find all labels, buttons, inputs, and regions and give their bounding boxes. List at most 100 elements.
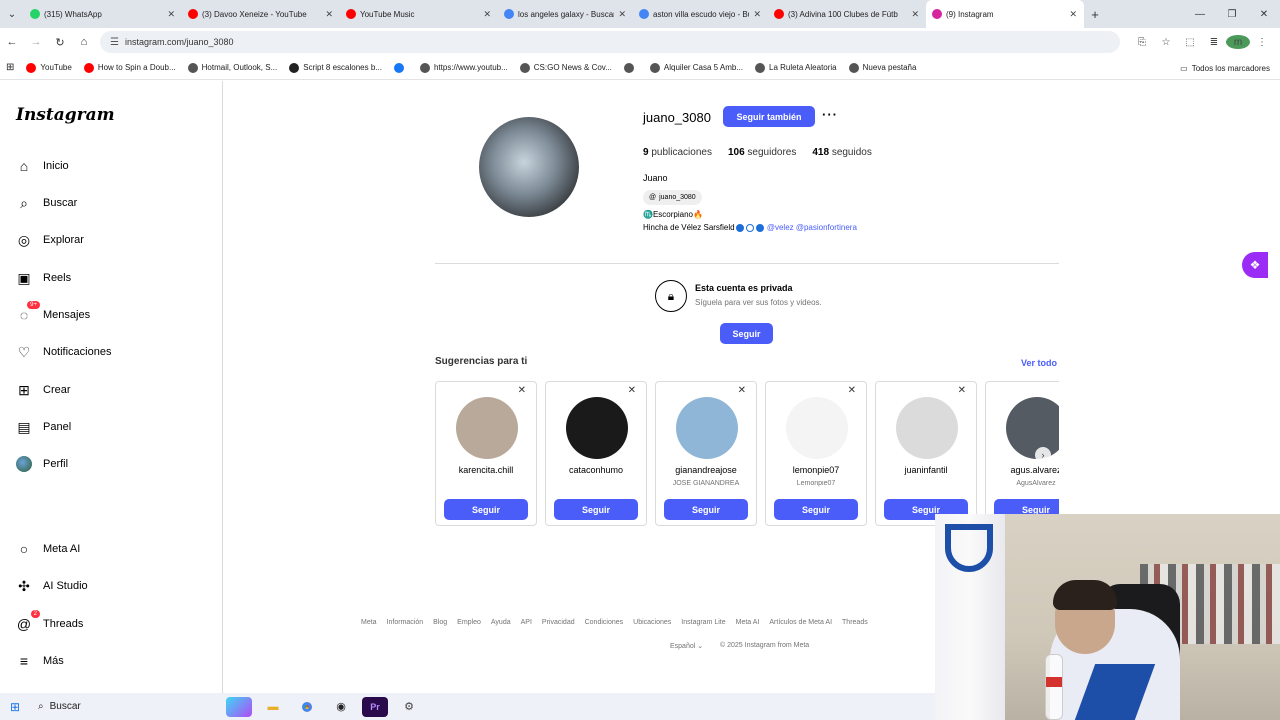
nav-item-ai-studio[interactable]: ✣ AI Studio: [16, 578, 88, 594]
suggestion-avatar[interactable]: [1006, 397, 1059, 459]
nav-item-meta-ai[interactable]: ○ Meta AI: [16, 541, 81, 557]
tab-close-icon[interactable]: ✕: [1069, 9, 1077, 20]
profile-picture[interactable]: [479, 117, 579, 217]
follow-button[interactable]: Seguir: [720, 323, 773, 344]
footer-link[interactable]: Meta AI: [736, 619, 760, 626]
apps-grid-icon[interactable]: ⊞: [0, 62, 20, 73]
footer-link[interactable]: Blog: [433, 619, 447, 626]
restore-icon[interactable]: ❐: [1216, 9, 1248, 20]
dismiss-icon[interactable]: ✕: [958, 385, 966, 396]
suggestion-avatar[interactable]: [896, 397, 958, 459]
tab-close-icon[interactable]: ✕: [911, 9, 919, 20]
footer-link[interactable]: Privacidad: [542, 619, 575, 626]
forward-icon[interactable]: →: [24, 36, 48, 48]
site-info-icon[interactable]: ☰: [110, 37, 119, 48]
see-all-link[interactable]: Ver todo: [1021, 358, 1057, 368]
new-tab-button[interactable]: +: [1084, 7, 1106, 22]
suggestion-follow-button[interactable]: Seguir: [444, 499, 528, 520]
tab-close-icon[interactable]: ✕: [325, 9, 333, 20]
browser-tab[interactable]: YouTube Music ✕: [340, 0, 498, 28]
bookmark-item[interactable]: YouTube: [20, 62, 77, 73]
footer-link[interactable]: Empleo: [457, 619, 481, 626]
browser-tab[interactable]: (315) WhatsApp ✕: [24, 0, 182, 28]
nav-item-threads[interactable]: @2 Threads: [16, 610, 83, 632]
followers-count[interactable]: 106 seguidores: [728, 147, 796, 158]
footer-link[interactable]: Condiciones: [585, 619, 624, 626]
nav-item-buscar[interactable]: ⌕ Buscar: [16, 195, 77, 211]
dismiss-icon[interactable]: ✕: [518, 385, 526, 396]
dismiss-icon[interactable]: ✕: [738, 385, 746, 396]
bookmark-item[interactable]: https://www.youtub...: [414, 62, 514, 73]
reload-icon[interactable]: ↻: [48, 36, 72, 49]
nav-item-más[interactable]: ≡ Más: [16, 653, 64, 669]
bookmark-item[interactable]: Hotmail, Outlook, S...: [182, 62, 284, 73]
suggestion-username[interactable]: lemonpie07: [766, 465, 866, 475]
browser-profile-avatar[interactable]: m: [1226, 35, 1250, 49]
browser-menu-icon[interactable]: ⋮: [1250, 37, 1274, 48]
threads-badge[interactable]: @ juano_3080: [643, 190, 702, 205]
suggestion-avatar[interactable]: [456, 397, 518, 459]
nav-item-panel[interactable]: ▤ Panel: [16, 419, 71, 435]
browser-tab[interactable]: (3) Adivina 100 Clubes de Fútb ✕: [768, 0, 926, 28]
file-explorer-icon[interactable]: ▬: [260, 697, 286, 717]
suggestion-avatar[interactable]: [676, 397, 738, 459]
more-options-icon[interactable]: ···: [822, 107, 838, 122]
nav-item-perfil[interactable]: Perfil: [16, 456, 68, 472]
settings-gear-icon[interactable]: ⚙: [396, 697, 422, 717]
tab-close-icon[interactable]: ✕: [167, 9, 175, 20]
browser-tab[interactable]: (9) Instagram ✕: [926, 0, 1084, 28]
footer-link[interactable]: Ayuda: [491, 619, 511, 626]
footer-link[interactable]: Artículos de Meta AI: [769, 619, 832, 626]
bookmark-item[interactable]: [618, 62, 644, 73]
follow-also-button[interactable]: Seguir también: [723, 106, 815, 127]
suggestion-username[interactable]: karencita.chill: [436, 465, 536, 475]
bookmark-item[interactable]: Script 8 escalones b...: [283, 62, 388, 73]
tab-close-icon[interactable]: ✕: [753, 9, 761, 20]
nav-item-explorar[interactable]: ◎ Explorar: [16, 232, 84, 248]
install-app-icon[interactable]: ⎘: [1130, 37, 1154, 48]
extensions-icon[interactable]: ⬚: [1178, 37, 1202, 48]
language-selector[interactable]: Español ⌄: [670, 642, 703, 650]
footer-link[interactable]: Instagram Lite: [681, 619, 725, 626]
suggestion-username[interactable]: juaninfantil: [876, 465, 976, 475]
footer-link[interactable]: Meta: [361, 619, 377, 626]
carousel-next-icon[interactable]: ›: [1035, 447, 1051, 463]
nav-item-reels[interactable]: ▣ Reels: [16, 270, 71, 286]
bio-mentions[interactable]: @velez @pasionfortinera: [767, 223, 857, 232]
close-window-icon[interactable]: ✕: [1248, 9, 1280, 20]
tab-search-icon[interactable]: ⌄: [0, 0, 24, 28]
suggestion-username[interactable]: cataconhumo: [546, 465, 646, 475]
home-button-icon[interactable]: ⌂: [72, 36, 96, 48]
nav-item-crear[interactable]: ⊞ Crear: [16, 382, 70, 398]
suggestion-username[interactable]: agus.alvarez: [986, 465, 1059, 475]
extension-floating-icon[interactable]: ❖: [1242, 252, 1268, 278]
bookmark-item[interactable]: Alquiler Casa 5 Amb...: [644, 62, 749, 73]
suggestion-avatar[interactable]: [786, 397, 848, 459]
footer-link[interactable]: Información: [387, 619, 424, 626]
bookmark-item[interactable]: CS:GO News & Cov...: [514, 62, 618, 73]
all-bookmarks[interactable]: ▭ Todos los marcadores: [1180, 56, 1270, 80]
nav-item-inicio[interactable]: ⌂ Inicio: [16, 158, 69, 174]
premiere-icon[interactable]: Pr: [362, 696, 388, 717]
copilot-icon[interactable]: [226, 696, 252, 717]
footer-link[interactable]: API: [521, 619, 532, 626]
suggestion-username[interactable]: gianandreajose: [656, 465, 756, 475]
windows-start-icon[interactable]: ⊞: [0, 700, 30, 714]
bookmark-item[interactable]: La Ruleta Aleatoria: [749, 62, 843, 73]
app-icon[interactable]: ◉: [328, 697, 354, 717]
chrome-icon[interactable]: [294, 697, 320, 717]
tab-close-icon[interactable]: ✕: [618, 9, 626, 20]
bookmark-star-icon[interactable]: ☆: [1154, 37, 1178, 48]
suggestion-follow-button[interactable]: Seguir: [554, 499, 638, 520]
suggestion-follow-button[interactable]: Seguir: [664, 499, 748, 520]
footer-link[interactable]: Threads: [842, 619, 868, 626]
dismiss-icon[interactable]: ✕: [848, 385, 856, 396]
nav-item-notificaciones[interactable]: ♡ Notificaciones: [16, 344, 112, 360]
instagram-logo[interactable]: Instagram: [16, 105, 115, 125]
suggestion-avatar[interactable]: [566, 397, 628, 459]
media-icon[interactable]: ≣: [1202, 37, 1226, 48]
taskbar-search[interactable]: ⌕ Buscar: [30, 693, 222, 720]
following-count[interactable]: 418 seguidos: [812, 147, 872, 158]
minimize-icon[interactable]: —: [1184, 9, 1216, 20]
bookmark-item[interactable]: Nueva pestaña: [843, 62, 923, 73]
